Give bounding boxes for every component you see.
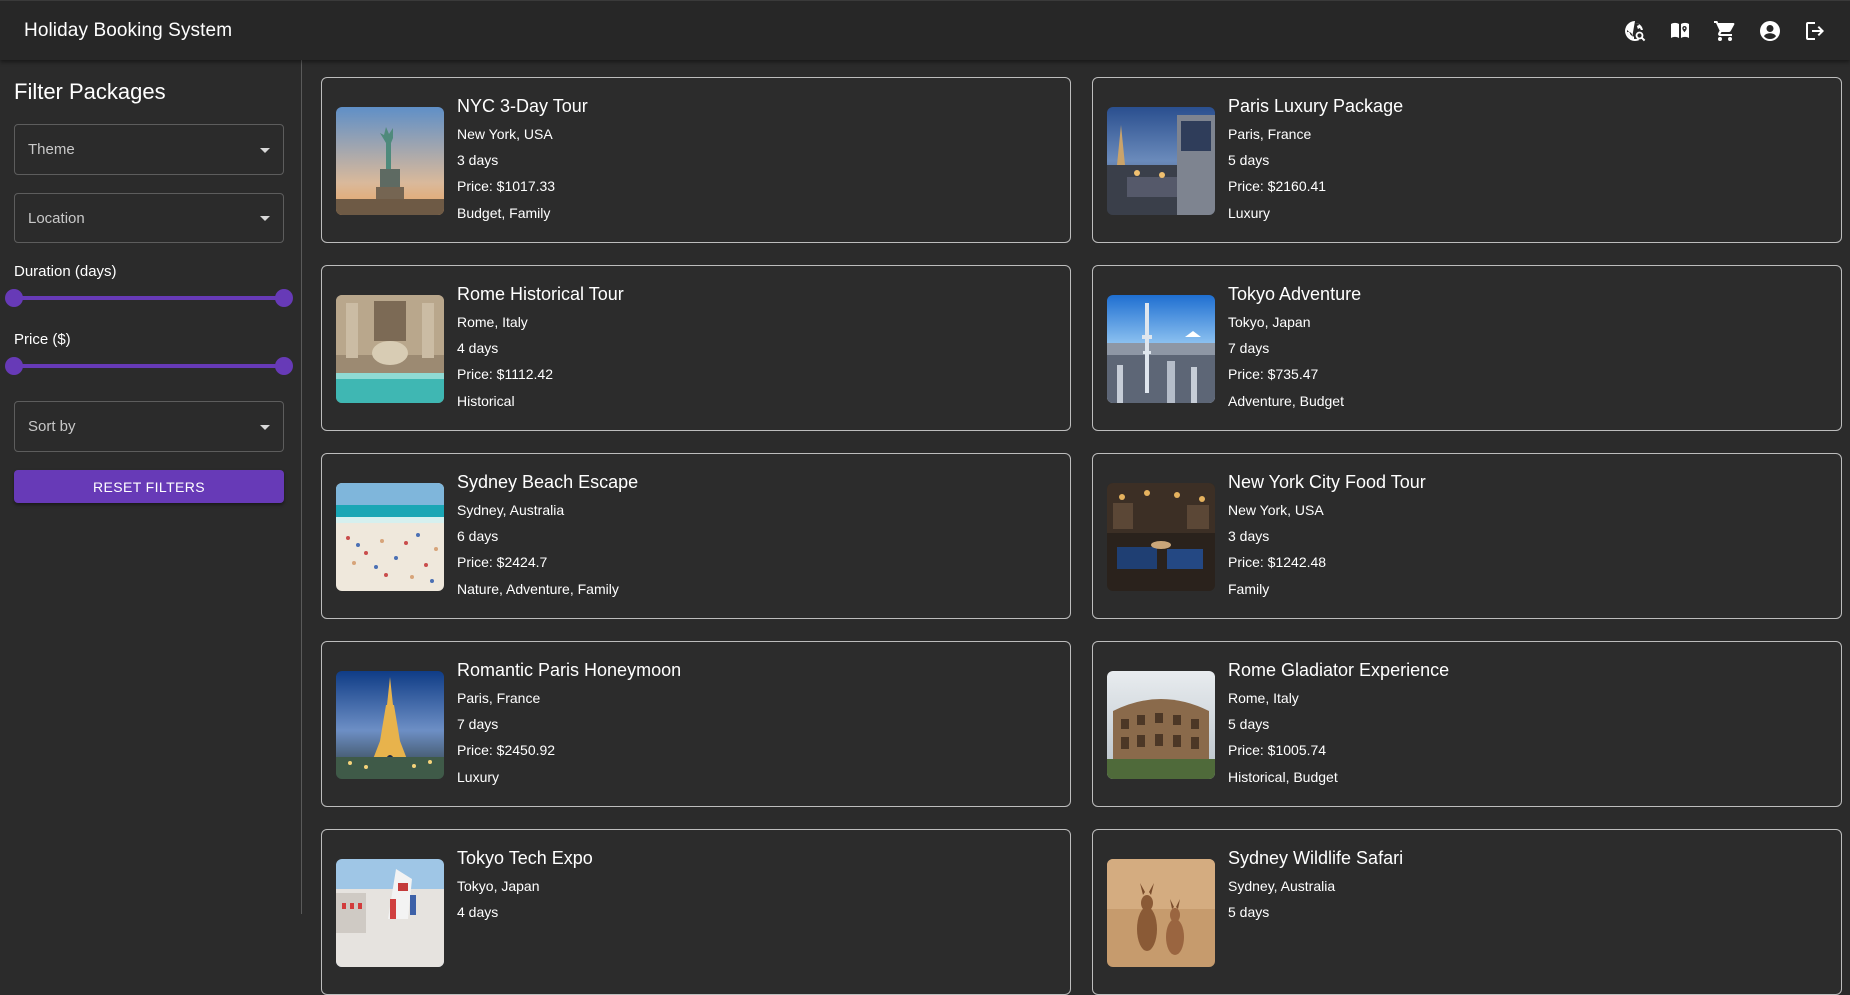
package-location: Sydney, Australia bbox=[457, 502, 565, 518]
package-location: Rome, Italy bbox=[1228, 690, 1299, 706]
package-title: Sydney Beach Escape bbox=[457, 472, 639, 492]
package-location: Paris, France bbox=[457, 690, 541, 706]
price-min-thumb[interactable] bbox=[5, 357, 23, 375]
package-image bbox=[336, 483, 444, 591]
package-card[interactable]: Rome Historical Tour Rome, Italy 4 days … bbox=[321, 265, 1071, 431]
package-price: Price: $2160.41 bbox=[1228, 178, 1327, 194]
package-location: Paris, France bbox=[1228, 126, 1312, 142]
package-image bbox=[336, 671, 444, 779]
package-image bbox=[336, 295, 444, 403]
duration-slider[interactable] bbox=[5, 288, 293, 308]
package-location: Rome, Italy bbox=[457, 314, 528, 330]
package-tags: Luxury bbox=[457, 769, 500, 785]
app-bar: Holiday Booking System bbox=[0, 0, 1850, 60]
package-duration: 5 days bbox=[1228, 152, 1270, 168]
package-image bbox=[1107, 483, 1215, 591]
package-card[interactable]: New York City Food Tour New York, USA 3 … bbox=[1092, 453, 1842, 619]
package-grid: NYC 3-Day Tour New York, USA 3 days Pric… bbox=[321, 77, 1842, 995]
package-tags: Nature, Adventure, Family bbox=[457, 581, 619, 597]
chevron-down-icon bbox=[260, 424, 270, 430]
travel-explore-icon[interactable] bbox=[1612, 8, 1657, 53]
package-price: Price: $1005.74 bbox=[1228, 742, 1327, 758]
package-title: Rome Gladiator Experience bbox=[1228, 660, 1450, 680]
package-price: Price: $1112.42 bbox=[457, 366, 553, 382]
package-image bbox=[1107, 859, 1215, 967]
package-title: New York City Food Tour bbox=[1228, 472, 1426, 492]
sort-select[interactable]: Sort by bbox=[14, 401, 284, 452]
package-image bbox=[1107, 295, 1215, 403]
package-card[interactable]: Tokyo Adventure Tokyo, Japan 7 days Pric… bbox=[1092, 265, 1842, 431]
app-title: Holiday Booking System bbox=[24, 19, 233, 41]
package-duration: 4 days bbox=[457, 340, 499, 356]
package-duration: 6 days bbox=[457, 528, 499, 544]
package-location: New York, USA bbox=[457, 126, 553, 142]
package-duration: 4 days bbox=[457, 904, 499, 920]
package-title: Tokyo Tech Expo bbox=[457, 848, 593, 868]
package-card[interactable]: NYC 3-Day Tour New York, USA 3 days Pric… bbox=[321, 77, 1071, 243]
package-location: Sydney, Australia bbox=[1228, 878, 1336, 894]
sort-select-label: Sort by bbox=[28, 418, 76, 435]
package-location: Tokyo, Japan bbox=[457, 878, 540, 894]
package-duration: 3 days bbox=[1228, 528, 1270, 544]
location-select-label: Location bbox=[28, 209, 85, 227]
package-card[interactable]: Sydney Wildlife Safari Sydney, Australia… bbox=[1092, 829, 1842, 995]
package-price: Price: $735.47 bbox=[1228, 366, 1319, 382]
theme-select-label: Theme bbox=[28, 141, 75, 158]
filter-title: Filter Packages bbox=[14, 79, 166, 104]
package-duration: 5 days bbox=[1228, 904, 1270, 920]
package-tags: Historical, Budget bbox=[1228, 769, 1338, 785]
package-price: Price: $2424.7 bbox=[457, 554, 548, 570]
package-location: Tokyo, Japan bbox=[1228, 314, 1311, 330]
appbar-actions bbox=[1612, 8, 1837, 53]
package-duration: 7 days bbox=[457, 716, 499, 732]
package-title: Paris Luxury Package bbox=[1228, 96, 1404, 116]
package-image bbox=[1107, 107, 1215, 215]
package-tags: Budget, Family bbox=[457, 205, 551, 221]
package-duration: 5 days bbox=[1228, 716, 1270, 732]
package-title: Tokyo Adventure bbox=[1228, 284, 1362, 304]
package-image bbox=[336, 107, 444, 215]
package-price: Price: $1242.48 bbox=[1228, 554, 1327, 570]
package-price: Price: $2450.92 bbox=[457, 742, 556, 758]
reset-filters-button[interactable]: RESET FILTERS bbox=[14, 470, 284, 503]
package-tags: Luxury bbox=[1228, 205, 1271, 221]
price-label: Price ($) bbox=[14, 331, 71, 348]
package-location: New York, USA bbox=[1228, 502, 1324, 518]
duration-label: Duration (days) bbox=[14, 263, 117, 280]
package-tags: Family bbox=[1228, 581, 1270, 597]
theme-select[interactable]: Theme bbox=[14, 124, 284, 175]
location-select[interactable]: Location bbox=[14, 193, 284, 243]
package-card[interactable]: Romantic Paris Honeymoon Paris, France 7… bbox=[321, 641, 1071, 807]
package-title: Romantic Paris Honeymoon bbox=[457, 660, 682, 680]
package-title: Rome Historical Tour bbox=[457, 284, 624, 304]
price-max-thumb[interactable] bbox=[275, 357, 293, 375]
map-book-icon[interactable] bbox=[1657, 8, 1702, 53]
package-tags: Adventure, Budget bbox=[1228, 393, 1344, 409]
package-card[interactable]: Paris Luxury Package Paris, France 5 day… bbox=[1092, 77, 1842, 243]
package-price: Price: $1017.33 bbox=[457, 178, 556, 194]
duration-min-thumb[interactable] bbox=[5, 289, 23, 307]
account-circle-icon[interactable] bbox=[1747, 8, 1792, 53]
duration-max-thumb[interactable] bbox=[275, 289, 293, 307]
price-slider-track bbox=[14, 364, 284, 368]
logout-icon[interactable] bbox=[1792, 8, 1837, 53]
package-title: NYC 3-Day Tour bbox=[457, 96, 588, 116]
price-slider[interactable] bbox=[5, 356, 293, 376]
package-image bbox=[336, 859, 444, 967]
package-duration: 3 days bbox=[457, 152, 499, 168]
package-image bbox=[1107, 671, 1215, 779]
package-card[interactable]: Rome Gladiator Experience Rome, Italy 5 … bbox=[1092, 641, 1842, 807]
package-duration: 7 days bbox=[1228, 340, 1270, 356]
duration-slider-track bbox=[14, 296, 284, 300]
package-tags: Historical bbox=[457, 393, 515, 409]
package-card[interactable]: Tokyo Tech Expo Tokyo, Japan 4 days bbox=[321, 829, 1071, 995]
package-card[interactable]: Sydney Beach Escape Sydney, Australia 6 … bbox=[321, 453, 1071, 619]
chevron-down-icon bbox=[260, 216, 270, 221]
shopping-cart-icon[interactable] bbox=[1702, 8, 1747, 53]
filter-sidebar: Filter Packages Theme Location Duration … bbox=[0, 60, 302, 914]
chevron-down-icon bbox=[260, 147, 270, 153]
package-title: Sydney Wildlife Safari bbox=[1228, 848, 1404, 868]
